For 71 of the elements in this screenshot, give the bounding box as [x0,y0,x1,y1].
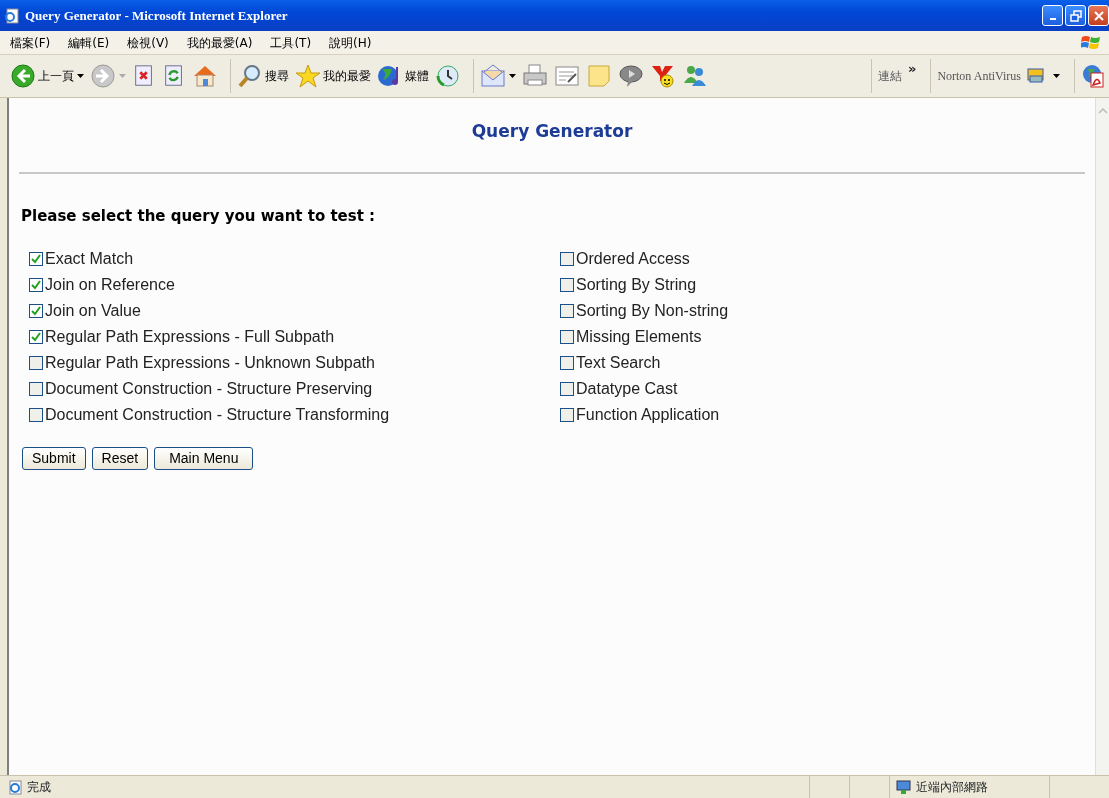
checkbox[interactable] [560,278,574,292]
caret-icon[interactable] [509,74,516,78]
menu-item[interactable]: 說明(H) [329,33,372,52]
toolbar-button-label[interactable]: 我的最愛 [323,67,371,85]
window-title: Query Generator - Microsoft Internet Explorer [25,6,288,25]
form-button[interactable]: Submit [22,447,86,470]
search-icon[interactable] [237,63,263,89]
checkbox-label[interactable]: Datatype Cast [576,377,678,401]
checkbox-label[interactable]: Sorting By Non-string [576,299,729,323]
checkbox[interactable] [560,304,574,318]
checkbox-label[interactable]: Regular Path Expressions - Full Subpath [45,325,335,349]
checkbox[interactable] [560,252,574,266]
notepad-icon[interactable] [554,63,580,89]
caret-icon[interactable] [77,74,84,78]
checkbox-label[interactable]: Document Construction - Structure Preserving [45,377,373,401]
checkbox-label[interactable]: Function Application [576,403,720,427]
checkbox[interactable] [29,330,43,344]
menu-item[interactable]: 我的最愛(A) [186,33,253,52]
menu-item[interactable]: 檔案(F) [10,33,51,52]
status-text: 完成 [27,779,51,796]
smiley-icon[interactable] [650,63,676,89]
document-icon [4,7,20,24]
checkbox[interactable] [560,382,574,396]
printer-icon[interactable] [522,63,548,89]
network-icon [896,779,912,795]
checkbox-label[interactable]: Document Construction - Structure Transforming [45,403,390,427]
clock-icon[interactable] [435,63,461,89]
back-icon[interactable] [10,63,36,89]
scrollbar[interactable] [1095,98,1109,775]
checkbox-label[interactable]: Regular Path Expressions - Unknown Subpath [45,351,375,375]
prompt-text: Please select the query you want to test : [21,205,377,227]
checkbox[interactable] [29,278,43,292]
star-icon[interactable] [295,63,321,89]
checkbox[interactable] [29,408,43,422]
forward-icon[interactable] [90,63,116,89]
minimize-button[interactable] [1042,5,1063,26]
checkbox-label[interactable]: Join on Value [45,299,141,323]
checkbox[interactable] [560,330,574,344]
menu-item[interactable]: 編輯(E) [68,33,110,52]
windows-logo-icon [1081,33,1101,52]
speech-bubble-icon[interactable] [618,63,644,89]
menu-item[interactable]: 工具(T) [270,33,312,52]
page-icon [8,779,23,795]
checkbox[interactable] [29,304,43,318]
checkbox-label[interactable]: Missing Elements [576,325,702,349]
form-button[interactable]: Main Menu [154,447,254,470]
checkbox-label[interactable]: Text Search [576,351,661,375]
checkbox-label[interactable]: Sorting By String [576,273,697,297]
checkbox-label[interactable]: Join on Reference [45,273,175,297]
zone-text: 近端內部網路 [916,779,988,796]
chevron-icon[interactable]: » [907,59,917,79]
toolbar-button-label[interactable]: 搜尋 [265,67,289,85]
norton-label[interactable]: Norton AntiVirus [937,67,1021,85]
pdf-globe-icon[interactable] [1081,63,1105,89]
checkbox[interactable] [29,252,43,266]
monitor-icon[interactable] [1027,68,1045,84]
page-heading: Query Generator [470,120,634,143]
checkbox[interactable] [29,356,43,370]
checkbox-label[interactable]: Ordered Access [576,247,690,271]
menu-item[interactable]: 檢視(V) [127,33,169,52]
checkbox[interactable] [29,382,43,396]
toolbar-button-label[interactable]: 媒體 [405,67,429,85]
caret-icon[interactable] [1053,74,1060,78]
home-icon[interactable] [192,63,218,89]
checkbox-label[interactable]: Exact Match [45,247,134,271]
checkbox[interactable] [560,408,574,422]
checkbox[interactable] [560,356,574,370]
links-label[interactable]: 連結 [877,67,902,85]
toolbar-button-label[interactable]: 上一頁 [38,67,74,85]
form-button[interactable]: Reset [91,447,149,470]
people-icon[interactable] [682,63,708,89]
